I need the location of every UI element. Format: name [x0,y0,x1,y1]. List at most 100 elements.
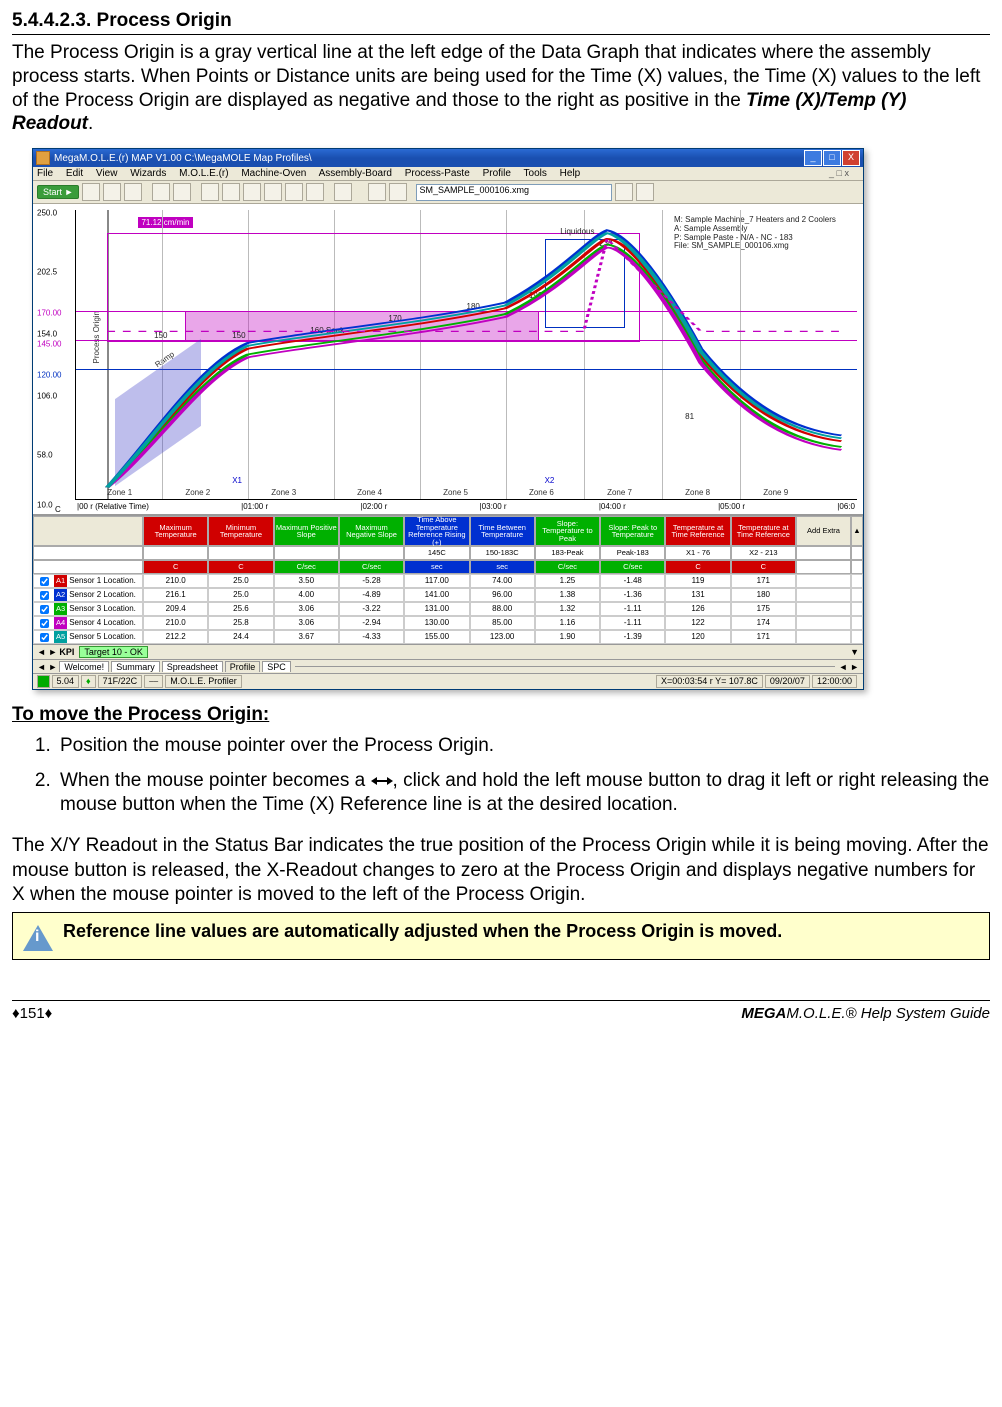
tab-profile[interactable]: Profile [225,661,261,672]
sensor-checkbox[interactable] [40,577,49,586]
y-tick-5: 10.0 [37,500,53,509]
x-0: |01:00 r [241,502,268,514]
status-temp: 71F/22C [98,675,143,688]
mdi-controls[interactable]: _ □ x [829,168,849,178]
kpi-tab[interactable]: KPI [59,647,74,657]
x-title: |00 r (Relative Time) [77,502,149,514]
page-number: ♦151♦ [12,1005,52,1022]
cell: 1.32 [535,602,600,616]
tab-spreadsheet[interactable]: Spreadsheet [162,661,223,672]
menu-file[interactable]: File [37,168,53,179]
su-3: C/sec [274,560,339,574]
menu-view[interactable]: View [96,168,118,179]
minimize-button[interactable]: _ [804,150,822,166]
status-xy: X=00:03:54 r Y= 107.8C [656,675,763,688]
menu-machine-oven[interactable]: Machine-Oven [241,168,306,179]
table-row: A2Sensor 2 Location.216.125.04.00-4.8914… [33,588,863,602]
hd-add-extra[interactable]: Add Extra [796,516,851,546]
y-tick-4: 58.0 [37,451,53,460]
y-magenta-0: 170.00 [37,308,61,317]
cell: 209.4 [143,602,208,616]
file-combo[interactable]: SM_SAMPLE_000106.xmg [416,184,612,201]
target-tab[interactable]: Target 10 - OK [79,646,148,658]
tb-btn-a[interactable] [201,183,219,201]
tab-summary[interactable]: Summary [111,661,160,672]
cell: 96.00 [470,588,535,602]
start-button[interactable]: Start ► [37,185,79,199]
maximize-button[interactable]: □ [823,150,841,166]
sensor-checkbox[interactable] [40,633,49,642]
info-icon: i [23,921,53,951]
tb-btn-3[interactable] [124,183,142,201]
tb-btn-2[interactable] [103,183,121,201]
menu-edit[interactable]: Edit [66,168,83,179]
sensor-checkbox[interactable] [40,619,49,628]
x-axis: |00 r (Relative Time) |01:00 r |02:00 r … [75,502,857,514]
menu-mole[interactable]: M.O.L.E.(r) [179,168,228,179]
hd-1: Minimum Temperature [208,516,273,546]
cell: -1.48 [600,574,665,588]
tb-btn-b[interactable] [222,183,240,201]
tab-welcome[interactable]: Welcome! [59,661,109,672]
tb-mole-2[interactable] [389,183,407,201]
tb-help[interactable] [334,183,352,201]
cell: 123.00 [470,630,535,644]
statusbar: 5.04 ♦ 71F/22C ⎯⎯ M.O.L.E. Profiler X=00… [33,673,863,689]
cell: 175 [731,602,796,616]
step-2: When the mouse pointer becomes a , click… [56,769,990,818]
cell: 171 [731,630,796,644]
cell: -1.39 [600,630,665,644]
x-unit: C [55,505,61,514]
chart-area[interactable]: 250.0 202.5 170.00 154.0 145.00 120.00 1… [33,204,863,515]
step-1: Position the mouse pointer over the Proc… [56,734,990,759]
tb-zoom-out[interactable] [173,183,191,201]
intro-paragraph: The Process Origin is a gray vertical li… [12,41,990,136]
menu-process-paste[interactable]: Process-Paste [405,168,470,179]
cell: 141.00 [404,588,469,602]
hd-2: Maximum Positive Slope [274,516,339,546]
menu-profile[interactable]: Profile [483,168,511,179]
tb-nav-down[interactable] [636,183,654,201]
cell: 85.00 [470,616,535,630]
hd-9: Temperature at Time Reference [731,516,796,546]
scroll-down[interactable]: ▼ [850,647,859,657]
sh-10: X2 - 213 [731,546,796,560]
section-heading: 5.4.4.2.3. Process Origin [12,10,990,32]
kpi-tabs: ◄ ► KPI Target 10 - OK ▼ [33,644,863,659]
stats-header: Maximum Temperature Minimum Temperature … [33,515,863,546]
tb-mole-1[interactable] [368,183,386,201]
section-number: 5.4.4.2.3. [12,10,91,31]
titlebar: MegaM.O.L.E.(r) MAP V1.00 C:\MegaMOLE Ma… [33,149,863,167]
tb-btn-c[interactable] [243,183,261,201]
sensor-checkbox[interactable] [40,591,49,600]
stats-subhead-1: 145C 150-183C 183-Peak Peak-183 X1 - 76 … [33,546,863,560]
tb-btn-1[interactable] [82,183,100,201]
sh-8: Peak-183 [600,546,665,560]
tb-btn-f[interactable] [306,183,324,201]
menu-assembly-board[interactable]: Assembly-Board [319,168,392,179]
tb-btn-d[interactable] [264,183,282,201]
sensor-name: Sensor 3 Location. [69,603,136,615]
menu-help[interactable]: Help [560,168,581,179]
tb-nav-up[interactable] [615,183,633,201]
tb-zoom-in[interactable] [152,183,170,201]
chart-plot[interactable]: M: Sample Machine_7 Heaters and 2 Cooler… [75,210,857,500]
close-button[interactable]: X [842,150,860,166]
instruction-steps: Position the mouse pointer over the Proc… [12,734,990,818]
instructions-title: To move the Process Origin: [12,704,990,726]
su-2: C [208,560,273,574]
x-4: |05:00 r [718,502,745,514]
closing-paragraph: The X/Y Readout in the Status Bar indica… [12,834,990,908]
tb-btn-e[interactable] [285,183,303,201]
menu-tools[interactable]: Tools [524,168,547,179]
scroll-up[interactable]: ▲ [851,516,863,546]
menu-wizards[interactable]: Wizards [130,168,166,179]
su-5: sec [404,560,469,574]
sh-6: 150-183C [470,546,535,560]
tab-spc[interactable]: SPC [262,661,291,672]
cell: 4.00 [274,588,339,602]
x-1: |02:00 r [360,502,387,514]
sensor-checkbox[interactable] [40,605,49,614]
hd-0: Maximum Temperature [143,516,208,546]
hd-5: Time Between Temperature [470,516,535,546]
